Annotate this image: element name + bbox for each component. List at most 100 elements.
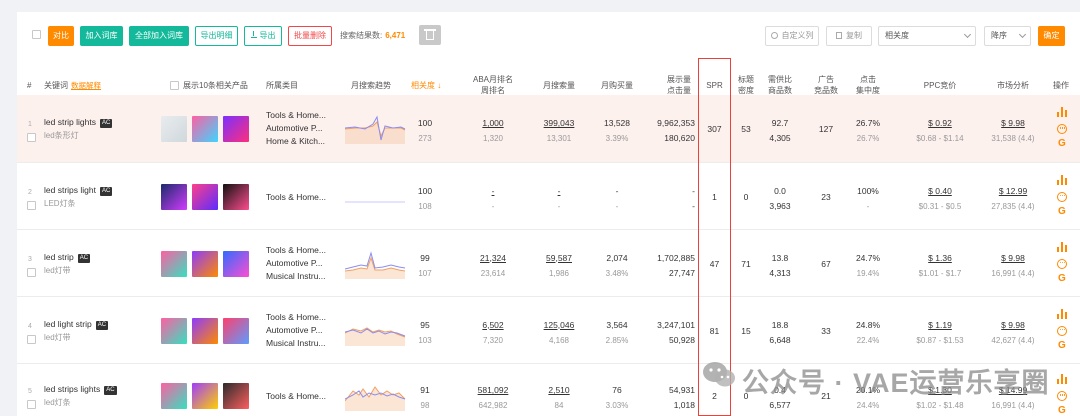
relevance-cell-main: 95 <box>420 319 430 330</box>
click-concentration-cell-main: 26.7% <box>855 118 881 128</box>
market-cell[interactable]: $ 9.98 16,991 (4.4) <box>985 253 1041 279</box>
product-thumbnail[interactable] <box>161 250 187 277</box>
search-trend-sparkline[interactable] <box>345 249 407 279</box>
keyword[interactable]: led strips light AC <box>44 185 113 196</box>
keyword[interactable]: led light strip AC <box>44 319 109 330</box>
more-icon[interactable] <box>1057 191 1067 202</box>
bar-chart-icon[interactable] <box>1057 174 1067 185</box>
relevance-cell-main: 100 <box>417 185 433 196</box>
aba-rank-cell-sub: 23,614 <box>480 268 506 278</box>
relevance-select[interactable]: 相关度 <box>878 26 976 46</box>
more-icon[interactable] <box>1057 258 1067 269</box>
more-icon[interactable] <box>1057 391 1067 401</box>
data-explain-link[interactable]: 数据解释 <box>71 81 101 90</box>
google-icon[interactable]: G <box>1058 406 1066 416</box>
keyword-text: led strips lights <box>44 384 101 394</box>
google-icon[interactable]: G <box>1058 139 1066 149</box>
row-checkbox[interactable] <box>27 400 36 409</box>
table-row[interactable]: 4 led light strip AC led灯带 Tools & Home... Au… <box>17 297 1080 364</box>
google-icon[interactable]: G <box>1058 340 1066 351</box>
monthly-purchase-cell: -- <box>592 186 642 212</box>
keyword[interactable]: led strip AC <box>44 252 91 263</box>
ppc-value: $ 0.40 <box>928 185 952 196</box>
search-trend-sparkline[interactable] <box>345 381 407 411</box>
market-cell[interactable]: $ 9.98 31,538 (4.4) <box>985 118 1041 144</box>
monthly-purchase-cell: 3,564 2.85% <box>592 320 642 346</box>
table-row[interactable]: 3 led strip AC led灯带 Tools & Home... Automoti… <box>17 230 1080 297</box>
select-all-checkbox[interactable] <box>32 30 41 39</box>
click-concentration-cell: 24.8% 22.4% <box>851 320 885 346</box>
google-icon[interactable]: G <box>1058 273 1066 284</box>
header-relevance[interactable]: 相关度 ↓ <box>411 80 441 91</box>
wechat-icon <box>703 362 735 387</box>
search-trend-sparkline[interactable] <box>345 316 407 346</box>
bar-chart-icon[interactable] <box>1057 241 1067 252</box>
product-thumbnail[interactable] <box>161 183 187 210</box>
product-thumbnail[interactable] <box>192 317 218 344</box>
product-thumbnail[interactable] <box>161 383 187 409</box>
product-count: 6,648 <box>769 334 791 345</box>
search-trend-sparkline[interactable] <box>345 182 407 212</box>
product-thumbnail[interactable] <box>192 183 218 210</box>
ppc-cell[interactable]: $ 0.92 $0.68 - $1.14 <box>910 118 970 144</box>
product-thumbnail[interactable] <box>192 250 218 277</box>
title-density-value: 15 <box>741 325 751 336</box>
product-thumbnail[interactable] <box>223 250 249 277</box>
monthly-search-cell: 399,043 13,301 <box>534 118 584 144</box>
product-count: 4,305 <box>769 133 791 143</box>
market-cell[interactable]: $ 9.98 42,627 (4.4) <box>985 320 1041 346</box>
product-thumbnail[interactable] <box>192 116 218 142</box>
table-row[interactable]: 1 led strip lights AC led条形灯 Tools & Home...… <box>17 95 1080 163</box>
google-icon[interactable]: G <box>1058 206 1066 217</box>
ppc-cell[interactable]: $ 0.40 $0.31 - $0.5 <box>910 186 970 212</box>
keyword[interactable]: led strips lights AC <box>44 384 117 395</box>
search-trend-sparkline[interactable] <box>345 114 407 144</box>
show-products-checkbox[interactable] <box>170 81 179 90</box>
ac-badge: AC <box>77 253 91 263</box>
click-concentration-cell-sub: 24.4% <box>856 401 880 410</box>
header-monthly-search: 月搜索量 <box>543 81 575 90</box>
confirm-button[interactable]: 确定 <box>1038 26 1065 46</box>
add-to-library-button[interactable]: 加入词库 <box>80 26 123 46</box>
product-thumbnail[interactable] <box>223 116 249 142</box>
click-value: 180,620 <box>664 133 695 143</box>
header-ad: 广告 竞品数 <box>809 74 843 96</box>
trash-button[interactable] <box>419 25 441 45</box>
product-thumbnail[interactable] <box>161 317 187 344</box>
product-thumbnail[interactable] <box>161 116 187 142</box>
sort-order-select[interactable]: 降序 <box>984 26 1031 46</box>
batch-delete-button[interactable]: 批量删除 <box>288 26 332 46</box>
product-thumbnail[interactable] <box>223 317 249 344</box>
aba-rank-cell-sub: 1,320 <box>482 134 504 143</box>
bar-chart-icon[interactable] <box>1057 374 1067 384</box>
bar-chart-icon[interactable] <box>1057 107 1067 117</box>
export-button[interactable]: 导出 <box>244 26 282 46</box>
row-checkbox[interactable] <box>27 334 36 344</box>
add-all-to-library-button[interactable]: 全部加入词库 <box>129 26 189 46</box>
more-icon[interactable] <box>1057 325 1067 336</box>
monthly-purchase-cell-main: 2,074 <box>606 252 628 263</box>
bar-chart-icon[interactable] <box>1057 308 1067 319</box>
click-concentration-cell-sub: 19.4% <box>856 268 880 278</box>
ppc-cell[interactable]: $ 1.19 $0.87 - $1.53 <box>910 320 970 346</box>
custom-columns-button[interactable]: 自定义列 <box>765 26 819 46</box>
product-thumbnail[interactable] <box>192 383 218 409</box>
category-item: Home & Kitch... <box>266 136 326 146</box>
export-detail-button[interactable]: 导出明细 <box>195 26 238 46</box>
ppc-cell[interactable]: $ 1.36 $1.01 - $1.7 <box>910 253 970 279</box>
table-row[interactable]: 2 led strips light AC LED灯条 Tools & Home... 1… <box>17 163 1080 230</box>
product-thumbnail[interactable] <box>223 183 249 210</box>
ad-competitors-value: 127 <box>818 124 834 134</box>
click-concentration-cell-sub: 26.7% <box>856 134 880 143</box>
more-icon[interactable] <box>1057 124 1067 134</box>
copy-button[interactable]: 复制 <box>826 26 872 46</box>
compare-button[interactable]: 对比 <box>48 26 74 46</box>
row-checkbox[interactable] <box>27 133 36 142</box>
monthly-purchase-cell-main: 76 <box>612 385 622 395</box>
row-checkbox[interactable] <box>27 267 36 277</box>
ad-competitors-value: 23 <box>821 191 831 202</box>
keyword[interactable]: led strip lights AC <box>44 117 113 128</box>
row-checkbox[interactable] <box>27 200 36 210</box>
product-thumbnail[interactable] <box>223 383 249 409</box>
market-cell[interactable]: $ 12.99 27,835 (4.4) <box>985 186 1041 212</box>
